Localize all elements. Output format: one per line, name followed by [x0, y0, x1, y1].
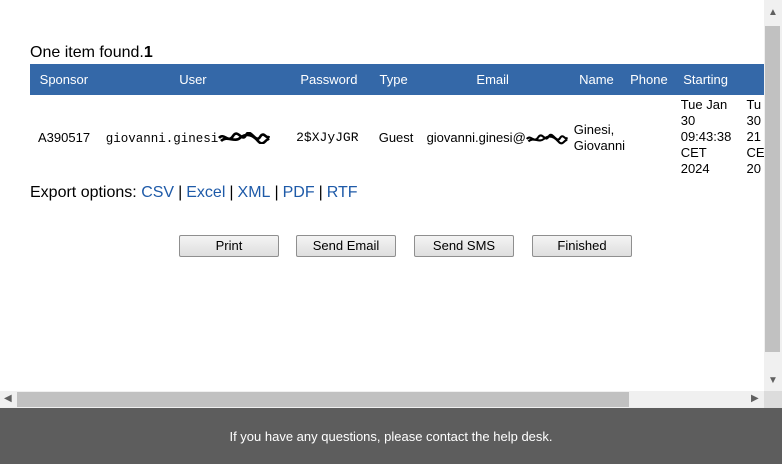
scroll-down-arrow-icon[interactable]: ▼ — [768, 376, 778, 386]
column-header-type[interactable]: Type — [369, 64, 418, 95]
scroll-up-arrow-icon[interactable]: ▲ — [768, 8, 778, 18]
cell-sponsor: A390517 — [38, 130, 91, 145]
starting-day: Tue Jan — [680, 97, 728, 112]
column-header-sponsor[interactable]: Sponsor — [30, 64, 98, 95]
name-last: Ginesi, — [573, 121, 615, 137]
footer-help-text: If you have any questions, please contac… — [229, 429, 553, 444]
table-row: A390517 giovanni.ginesi 2$XJyJGR Guest g… — [30, 95, 764, 180]
column-header-name[interactable]: Name — [567, 64, 626, 95]
export-label: Export options: — [30, 184, 137, 201]
cell-name: Ginesi, Giovanni — [568, 95, 625, 180]
email-value: giovanni.ginesi@ — [426, 130, 526, 145]
redaction-scribble-icon — [218, 132, 271, 145]
column-header-password[interactable]: Password — [288, 64, 370, 95]
export-pdf-link[interactable]: PDF — [283, 184, 315, 201]
cell-email: giovanni.ginesi@ — [418, 95, 568, 180]
ending-year: 20 — [746, 161, 761, 176]
table-header-row: Sponsor User Password Type Email Name Ph… — [30, 64, 764, 95]
cell-user: giovanni.ginesi — [98, 95, 288, 180]
starting-time: 09:43:38 — [680, 129, 732, 144]
ending-time: 21 — [746, 129, 761, 144]
ending-date: 30 — [746, 113, 761, 128]
cell-ending: Tu 30 21 CE 20 — [738, 95, 764, 180]
export-separator: | — [229, 184, 234, 201]
export-separator: | — [178, 184, 183, 201]
finished-button[interactable]: Finished — [532, 235, 632, 257]
page-viewport: One item found.1 Sponsor User Password T… — [0, 0, 764, 391]
results-found-count: 1 — [143, 44, 153, 61]
starting-zone: CET — [680, 145, 707, 160]
print-button[interactable]: Print — [179, 235, 279, 257]
scrollbar-corner — [764, 391, 782, 408]
cell-type: Guest — [378, 130, 414, 145]
export-rtf-link[interactable]: RTF — [327, 184, 358, 201]
starting-date: 30 — [680, 113, 696, 128]
export-csv-link[interactable]: CSV — [141, 184, 174, 201]
column-header-starting[interactable]: Starting — [672, 64, 739, 95]
user-value: giovanni.ginesi — [105, 131, 219, 146]
column-header-email[interactable]: Email — [417, 64, 568, 95]
export-separator: | — [318, 184, 323, 201]
results-count: One item found.1 — [30, 44, 764, 62]
horizontal-scrollbar-thumb[interactable] — [17, 392, 629, 407]
column-header-user[interactable]: User — [97, 64, 289, 95]
export-options: Export options: CSV | Excel | XML | PDF | RTF — [30, 182, 764, 204]
results-found-text: One item found. — [30, 44, 144, 61]
scroll-left-arrow-icon[interactable]: ◀ — [4, 394, 12, 404]
vertical-scrollbar-thumb[interactable] — [765, 26, 780, 352]
cell-password: 2$XJyJGR — [296, 130, 359, 145]
send-sms-button[interactable]: Send SMS — [414, 235, 514, 257]
results-content: One item found.1 Sponsor User Password T… — [30, 44, 764, 257]
column-header-phone[interactable]: Phone — [625, 64, 673, 95]
footer-bar: If you have any questions, please contac… — [0, 408, 782, 464]
send-email-button[interactable]: Send Email — [296, 235, 396, 257]
export-excel-link[interactable]: Excel — [186, 184, 225, 201]
export-separator: | — [274, 184, 279, 201]
ending-day: Tu — [746, 97, 762, 112]
name-first: Giovanni — [573, 137, 626, 153]
redaction-scribble-icon — [525, 133, 568, 144]
scroll-right-arrow-icon[interactable]: ▶ — [751, 394, 759, 404]
export-xml-link[interactable]: XML — [238, 184, 271, 201]
cell-phone — [625, 95, 673, 180]
ending-zone: CE — [746, 145, 764, 160]
cell-starting: Tue Jan 30 09:43:38 CET 2024 — [673, 95, 739, 180]
starting-year: 2024 — [680, 161, 710, 176]
column-header-ending[interactable]: E — [738, 64, 764, 95]
results-table: Sponsor User Password Type Email Name Ph… — [30, 64, 764, 180]
